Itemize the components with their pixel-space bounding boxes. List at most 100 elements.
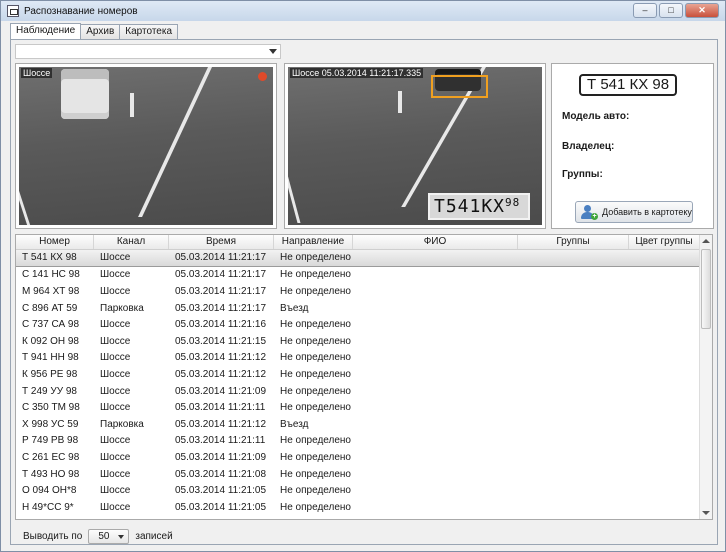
window-controls: – □ ✕	[633, 3, 719, 18]
table-row[interactable]: Р 749 РВ 98 Шоссе 05.03.2014 11:21:11 Не оп…	[16, 433, 700, 450]
model-label: Модель авто:	[562, 111, 630, 122]
page-size-prefix: Выводить по	[23, 531, 83, 542]
cell-channel: Шоссе	[100, 385, 131, 397]
tab-archive[interactable]: Архив	[80, 24, 121, 39]
cell-time: 05.03.2014 11:21:12	[175, 368, 267, 380]
table-row[interactable]: К 956 РЕ 98 Шоссе 05.03.2014 11:21:12 Не оп…	[16, 366, 700, 383]
cell-number: Т 249 УУ 98	[22, 385, 77, 397]
cell-channel: Парковка	[100, 418, 144, 430]
cell-direction: Не определено	[280, 368, 351, 380]
table-row[interactable]: Н 49*СС 9* Шоссе 05.03.2014 11:21:05 Не опр…	[16, 499, 700, 516]
chevron-down-icon	[118, 535, 125, 539]
cell-time: 05.03.2014 11:21:17	[175, 285, 267, 297]
plate-zoom-region: 98	[505, 196, 521, 209]
window-title: Распознавание номеров	[24, 5, 138, 17]
close-button[interactable]: ✕	[685, 3, 719, 18]
column-header-number[interactable]: Номер	[16, 235, 94, 249]
app-window: Распознавание номеров – □ ✕ Наблюдение А…	[0, 0, 726, 552]
vertical-scrollbar[interactable]	[699, 235, 712, 519]
lane-marking	[398, 91, 402, 113]
cell-direction: Въезд	[280, 418, 309, 430]
cell-direction: Не определено	[280, 319, 351, 331]
cell-number: С 737 СА 98	[22, 319, 80, 331]
table-row[interactable]: Т 493 НО 98 Шоссе 05.03.2014 11:21:08 Не оп…	[16, 466, 700, 483]
add-user-icon: +	[581, 204, 598, 220]
channel-select[interactable]	[15, 44, 281, 59]
cell-direction: Не определено	[280, 252, 351, 264]
cell-time: 05.03.2014 11:21:17	[175, 302, 267, 314]
maximize-button[interactable]: □	[659, 3, 683, 18]
cell-channel: Шоссе	[100, 368, 131, 380]
add-to-card-index-button[interactable]: + Добавить в картотеку	[575, 201, 693, 223]
lane-marking	[288, 167, 301, 223]
cell-number: Р 749 РВ 98	[22, 435, 79, 447]
camera-view-1[interactable]: Шоссе	[15, 63, 277, 229]
cell-time: 05.03.2014 11:21:11	[175, 402, 266, 414]
table-row[interactable]: Т 541 КХ 98 Шоссе 05.03.2014 11:21:17 Не оп…	[16, 250, 700, 267]
cell-time: 05.03.2014 11:21:17	[175, 252, 267, 264]
column-header-group-color[interactable]: Цвет группы	[629, 235, 700, 249]
cell-channel: Шоссе	[100, 402, 131, 414]
cell-direction: Не определено	[280, 285, 351, 297]
cell-direction: Въезд	[280, 302, 309, 314]
table-row[interactable]: Т 249 УУ 98 Шоссе 05.03.2014 11:21:09 Не оп…	[16, 383, 700, 400]
camera-image: Шоссе	[19, 67, 273, 225]
cell-number: С 261 ЕС 98	[22, 451, 80, 463]
cell-number: С 141 НС 98	[22, 269, 80, 281]
table-row[interactable]: К 092 ОН 98 Шоссе 05.03.2014 11:21:15 Не оп…	[16, 333, 700, 350]
cell-time: 05.03.2014 11:21:09	[175, 451, 267, 463]
lane-marking	[138, 67, 212, 217]
scroll-down-icon[interactable]	[702, 511, 710, 515]
table-row[interactable]: Х 998 УС 59 Парковка 05.03.2014 11:21:12 Въ…	[16, 416, 700, 433]
tab-card-index[interactable]: Картотека	[119, 24, 179, 39]
table-header: Номер Канал Время Направление ФИО Группы…	[16, 235, 700, 250]
cell-channel: Шоссе	[100, 501, 131, 513]
column-header-groups[interactable]: Группы	[518, 235, 629, 249]
vehicle-image	[61, 69, 109, 119]
cell-time: 05.03.2014 11:21:05	[175, 501, 267, 513]
table-row[interactable]: М 964 ХТ 98 Шоссе 05.03.2014 11:21:17 Не оп…	[16, 283, 700, 300]
pagination-bar: Выводить по 50 записей	[23, 529, 173, 544]
plate-detection-box	[431, 75, 488, 98]
table-row[interactable]: С 737 СА 98 Шоссе 05.03.2014 11:21:16 Не оп…	[16, 316, 700, 333]
lane-marking	[19, 175, 31, 225]
cell-channel: Шоссе	[100, 252, 131, 264]
table-body: Т 541 КХ 98 Шоссе 05.03.2014 11:21:17 Не оп…	[16, 250, 700, 516]
cell-direction: Не определено	[280, 485, 351, 497]
column-header-direction[interactable]: Направление	[274, 235, 353, 249]
page-size-select[interactable]: 50	[88, 529, 130, 544]
cell-channel: Шоссе	[100, 352, 131, 364]
cell-direction: Не определено	[280, 385, 351, 397]
cell-time: 05.03.2014 11:21:17	[175, 269, 267, 281]
cell-number: Х 998 УС 59	[22, 418, 79, 430]
cell-time: 05.03.2014 11:21:08	[175, 468, 267, 480]
table-row[interactable]: С 896 АТ 59 Парковка 05.03.2014 11:21:17 Въ…	[16, 300, 700, 317]
table-row[interactable]: С 261 ЕС 98 Шоссе 05.03.2014 11:21:09 Не оп…	[16, 449, 700, 466]
cell-number: К 092 ОН 98	[22, 335, 79, 347]
record-indicator-icon	[258, 72, 267, 81]
column-header-channel[interactable]: Канал	[94, 235, 169, 249]
camera-view-2[interactable]: Шоссе 05.03.2014 11:21:17.335 T541KX98	[284, 63, 546, 229]
table-row[interactable]: С 141 НС 98 Шоссе 05.03.2014 11:21:17 Не оп…	[16, 267, 700, 284]
minimize-button[interactable]: –	[633, 3, 657, 18]
cell-time: 05.03.2014 11:21:16	[175, 319, 267, 331]
scrollbar-thumb[interactable]	[701, 249, 711, 329]
camera-image: Шоссе 05.03.2014 11:21:17.335 T541KX98	[288, 67, 542, 225]
scroll-up-icon[interactable]	[702, 239, 710, 243]
table-row[interactable]: С 350 ТМ 98 Шоссе 05.03.2014 11:21:11 Не оп…	[16, 399, 700, 416]
table-row[interactable]: Т 941 НН 98 Шоссе 05.03.2014 11:21:12 Не оп…	[16, 350, 700, 367]
app-icon	[7, 5, 19, 17]
tab-observation[interactable]: Наблюдение	[10, 23, 82, 39]
table-row[interactable]: О 094 ОН*8 Шоссе 05.03.2014 11:21:05 Не опр…	[16, 482, 700, 499]
cell-direction: Не определено	[280, 402, 351, 414]
cell-direction: Не определено	[280, 435, 351, 447]
column-header-time[interactable]: Время	[169, 235, 274, 249]
cell-channel: Шоссе	[100, 435, 131, 447]
cell-channel: Шоссе	[100, 335, 131, 347]
add-button-label: Добавить в картотеку	[602, 207, 692, 217]
cell-number: Н 49*СС 9*	[22, 501, 74, 513]
cell-channel: Шоссе	[100, 285, 131, 297]
recognized-plate: Т 541 КХ 98	[579, 74, 678, 96]
cell-number: Т 493 НО 98	[22, 468, 80, 480]
column-header-name[interactable]: ФИО	[353, 235, 518, 249]
